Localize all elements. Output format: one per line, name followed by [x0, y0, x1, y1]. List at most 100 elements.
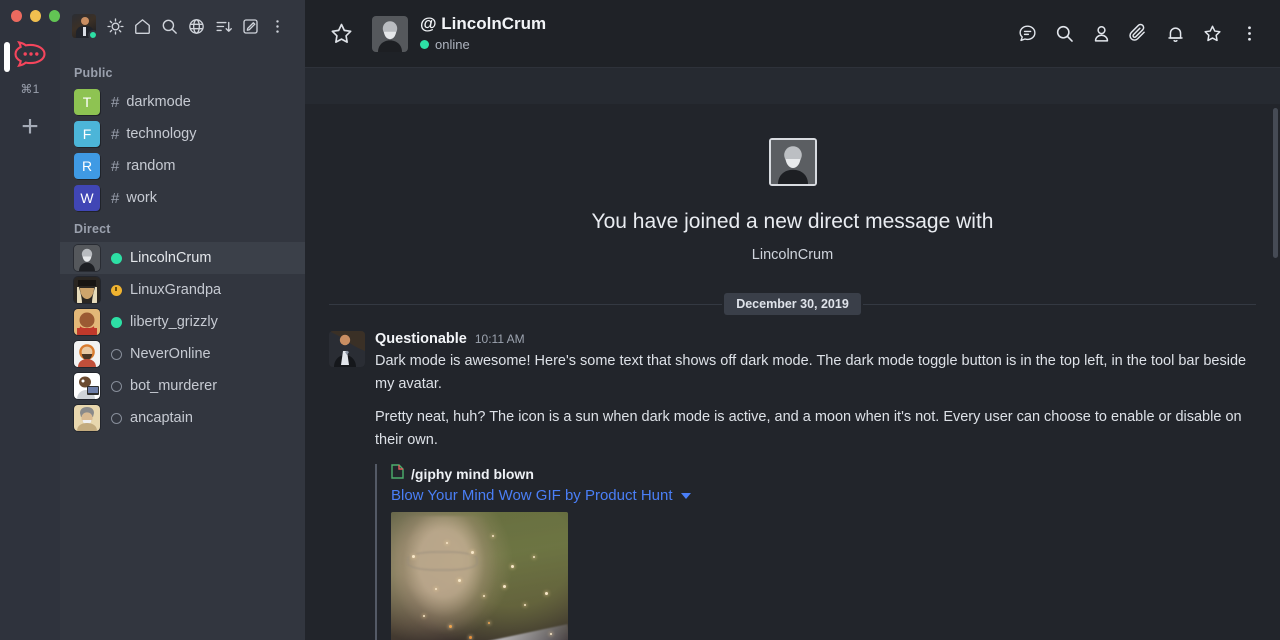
date-separator: December 30, 2019: [329, 291, 1256, 317]
search-icon[interactable]: [156, 11, 183, 41]
message-header: Questionable 10:11 AM: [375, 331, 1256, 347]
paperclip-icon[interactable]: [1125, 21, 1151, 47]
sidebar-item-label: NeverOnline: [130, 345, 211, 362]
sidebar-item-random[interactable]: R # random: [60, 150, 305, 182]
sidebar-item-linuxgrandpa[interactable]: LinuxGrandpa: [60, 274, 305, 306]
star-icon[interactable]: [1199, 21, 1225, 47]
sidebar-item-label: LinuxGrandpa: [130, 281, 222, 298]
conversation-intro: You have joined a new direct message wit…: [305, 104, 1280, 281]
sidebar-item-technology[interactable]: F # technology: [60, 118, 305, 150]
add-server-button[interactable]: +: [11, 108, 49, 146]
active-server-indicator: [4, 42, 10, 72]
status-dot-offline: [111, 348, 122, 360]
message-scrollbar[interactable]: [1273, 108, 1278, 634]
sidebar-item-label: technology: [126, 125, 197, 142]
sidebar-item-ancaptain[interactable]: ancaptain: [60, 402, 305, 434]
message-attachment: /giphy mind blown Blow Your Mind Wow GIF…: [375, 464, 1256, 640]
sidebar-room-list[interactable]: Public T # darkmode F # technology R # r…: [60, 52, 305, 640]
chevron-down-icon[interactable]: [680, 492, 691, 499]
sidebar-item-label: ancaptain: [130, 409, 193, 426]
current-user-status-dot: [88, 30, 96, 38]
kebab-menu-icon[interactable]: [1236, 21, 1262, 47]
sidebar-item-label: LincolnCrum: [130, 249, 212, 266]
channel-avatar: R: [74, 153, 100, 179]
bell-icon[interactable]: [1162, 21, 1188, 47]
status-dot-away: [111, 284, 122, 296]
channel-avatar: T: [74, 89, 100, 115]
scrollbar-thumb[interactable]: [1273, 108, 1278, 258]
message-paragraph: Pretty neat, huh? The icon is a sun when…: [375, 409, 1242, 448]
close-window-button[interactable]: [11, 10, 22, 22]
message-username[interactable]: Questionable: [375, 331, 467, 347]
user-avatar: [74, 245, 100, 271]
rocketchat-logo-icon: [13, 40, 47, 73]
page-title: @ LincolnCrum: [420, 14, 547, 34]
main-content: @ LincolnCrum online You have joined a n…: [305, 0, 1280, 640]
status-dot-online: [111, 316, 122, 328]
status-dot-online: [111, 252, 122, 264]
sidebar-item-label: liberty_grizzly: [130, 313, 218, 330]
sidebar-item-liberty-grizzly[interactable]: liberty_grizzly: [60, 306, 305, 338]
maximize-window-button[interactable]: [49, 10, 60, 22]
globe-icon[interactable]: [183, 11, 210, 41]
sidebar-toolbar: [60, 0, 305, 52]
status-dot-online: [420, 39, 429, 49]
divider-line: [329, 303, 723, 305]
document-icon: [391, 464, 404, 484]
room-header: @ LincolnCrum online: [305, 0, 1280, 68]
room-subbar: [305, 68, 1280, 104]
sidebar-section-direct: Direct: [74, 222, 111, 236]
server-item-rocketchat[interactable]: [4, 36, 52, 76]
message-list[interactable]: You have joined a new direct message wit…: [305, 68, 1280, 640]
star-outline-icon[interactable]: [329, 21, 354, 46]
channel-avatar-letter: R: [81, 158, 93, 174]
sidebar-item-lincolncrum[interactable]: LincolnCrum: [60, 242, 305, 274]
user-avatar: [74, 277, 100, 303]
room-title-block: @ LincolnCrum online: [420, 14, 547, 52]
kebab-menu-icon[interactable]: [264, 11, 291, 41]
room-avatar[interactable]: [372, 15, 408, 52]
user-avatar: [74, 309, 100, 335]
sun-icon[interactable]: [102, 11, 129, 41]
room-header-actions: [1014, 21, 1262, 47]
attachment-link-text: Blow Your Mind Wow GIF by Product Hunt: [391, 487, 673, 505]
hash-icon: #: [111, 157, 120, 175]
message-avatar[interactable]: [329, 331, 365, 368]
channel-avatar-letter: F: [82, 126, 92, 142]
minimize-window-button[interactable]: [30, 10, 41, 22]
conversation-intro-title: You have joined a new direct message wit…: [591, 210, 994, 233]
channel-avatar-letter: W: [80, 190, 94, 206]
attachment-link[interactable]: Blow Your Mind Wow GIF by Product Hunt: [391, 487, 1256, 504]
rocketchat-window: ⌘1 + Public T # darkmode F # technology …: [0, 0, 1280, 640]
status-dot-offline: [111, 380, 122, 392]
sort-icon[interactable]: [210, 11, 237, 41]
message-paragraph: Dark mode is awesome! Here's some text t…: [375, 353, 1247, 392]
sidebar-item-bot-murderer[interactable]: bot_murderer: [60, 370, 305, 402]
sidebar-item-label: bot_murderer: [130, 377, 218, 394]
threads-icon[interactable]: [1014, 21, 1040, 47]
hash-icon: #: [111, 189, 120, 207]
user-avatar: [74, 373, 100, 399]
plus-icon: +: [21, 110, 39, 143]
server-rail: ⌘1 +: [0, 0, 60, 640]
status-dot-offline: [111, 412, 122, 424]
sidebar: Public T # darkmode F # technology R # r…: [60, 0, 305, 640]
sidebar-item-neveronline[interactable]: NeverOnline: [60, 338, 305, 370]
user-avatar: [74, 341, 100, 367]
attachment-image[interactable]: [391, 512, 568, 640]
hash-icon: #: [111, 125, 120, 143]
sidebar-item-work[interactable]: W # work: [60, 182, 305, 214]
home-icon[interactable]: [129, 11, 156, 41]
room-status-label: online: [435, 36, 470, 52]
server-shortcut-label: ⌘1: [20, 82, 40, 96]
members-icon[interactable]: [1088, 21, 1114, 47]
search-icon[interactable]: [1051, 21, 1077, 47]
sidebar-item-label: darkmode: [126, 93, 191, 110]
message-body: Questionable 10:11 AM Dark mode is aweso…: [375, 331, 1256, 640]
channel-avatar: F: [74, 121, 100, 147]
sidebar-item-darkmode[interactable]: T # darkmode: [60, 86, 305, 118]
current-user-avatar[interactable]: [72, 14, 96, 38]
attachment-title-row: /giphy mind blown: [391, 464, 1256, 484]
message-item[interactable]: Questionable 10:11 AM Dark mode is aweso…: [305, 317, 1280, 640]
pencil-square-icon[interactable]: [237, 11, 264, 41]
